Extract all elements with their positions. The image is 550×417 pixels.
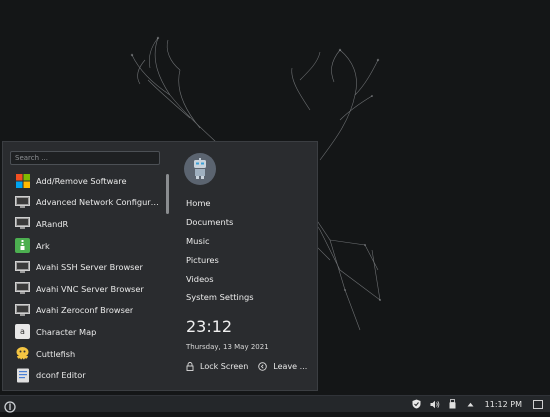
app-item-character-map[interactable]: a Character Map [11, 321, 163, 343]
network-browser-icon [15, 260, 30, 275]
app-item-cuttlefish[interactable]: Cuttlefish [11, 343, 163, 365]
app-list-pane: Add/Remove Software Advanced Network Con… [3, 142, 173, 390]
system-tray: 11:12 PM [411, 396, 550, 412]
application-launcher-menu: Add/Remove Software Advanced Network Con… [2, 141, 318, 391]
archive-icon [15, 238, 30, 254]
lock-screen-label: Lock Screen [200, 362, 249, 371]
package-manager-icon [15, 173, 30, 188]
application-launcher-button[interactable] [4, 398, 16, 413]
app-label: Avahi VNC Server Browser [36, 283, 144, 294]
place-home[interactable]: Home [186, 194, 254, 213]
tray-expand-arrow-icon[interactable] [465, 398, 477, 410]
app-label: Cuttlefish [36, 348, 76, 359]
app-item-avahi-vnc-server-browser[interactable]: Avahi VNC Server Browser [11, 278, 163, 300]
app-item-avahi-ssh-server-browser[interactable]: Avahi SSH Server Browser [11, 256, 163, 278]
menu-clock-date: Thursday, 13 May 2021 [186, 343, 269, 351]
app-label: Advanced Network Configurat... [36, 197, 163, 208]
network-config-icon [15, 195, 30, 210]
app-item-add-remove-software[interactable]: Add/Remove Software [11, 170, 163, 192]
app-item-advanced-network-configuration[interactable]: Advanced Network Configurat... [11, 192, 163, 214]
user-avatar[interactable] [184, 153, 216, 185]
app-item-avahi-zeroconf-browser[interactable]: Avahi Zeroconf Browser [11, 300, 163, 322]
app-label: ARandR [36, 218, 69, 229]
leave-label: Leave ... [273, 362, 308, 371]
usb-device-icon[interactable] [447, 398, 459, 410]
app-label: Ark [36, 240, 50, 251]
app-label: dconf Editor [36, 370, 86, 381]
taskbar: 11:12 PM [0, 395, 550, 413]
app-list-scrollbar[interactable] [166, 174, 169, 214]
leave-button[interactable]: Leave ... [258, 362, 307, 371]
dconf-editor-icon [15, 368, 30, 383]
cuttlefish-icon [15, 346, 30, 361]
robot-avatar-icon [194, 158, 206, 179]
place-documents[interactable]: Documents [186, 213, 254, 232]
app-item-dconf-editor[interactable]: dconf Editor [11, 364, 163, 386]
app-list: Add/Remove Software Advanced Network Con… [11, 170, 163, 386]
lock-screen-button[interactable]: Lock Screen [186, 362, 248, 371]
taskbar-clock[interactable]: 11:12 PM [485, 400, 522, 409]
lock-icon [186, 362, 194, 371]
app-label: Avahi SSH Server Browser [36, 262, 143, 273]
display-icon [15, 216, 30, 231]
app-label: Avahi Zeroconf Browser [36, 305, 134, 316]
app-label: Add/Remove Software [36, 175, 127, 186]
place-videos[interactable]: Videos [186, 269, 254, 288]
session-actions: Lock Screen Leave ... [186, 362, 317, 371]
places-pane: Home Documents Music Pictures Videos Sys… [173, 142, 319, 390]
search-input[interactable] [10, 151, 160, 165]
volume-icon[interactable] [429, 398, 441, 410]
place-pictures[interactable]: Pictures [186, 250, 254, 269]
app-label: Character Map [36, 326, 97, 337]
network-browser-icon [15, 303, 30, 318]
app-item-arandr[interactable]: ARandR [11, 213, 163, 235]
app-item-ark[interactable]: Ark [11, 235, 163, 257]
menu-clock-time: 23:12 [186, 317, 233, 336]
places-list: Home Documents Music Pictures Videos Sys… [186, 194, 254, 307]
character-map-icon: a [15, 324, 30, 340]
place-music[interactable]: Music [186, 232, 254, 251]
network-browser-icon [15, 281, 30, 296]
show-desktop-icon[interactable] [532, 398, 544, 410]
leave-icon [258, 362, 268, 371]
launcher-icon [4, 401, 16, 413]
place-system-settings[interactable]: System Settings [186, 288, 254, 307]
shield-icon[interactable] [411, 398, 423, 410]
